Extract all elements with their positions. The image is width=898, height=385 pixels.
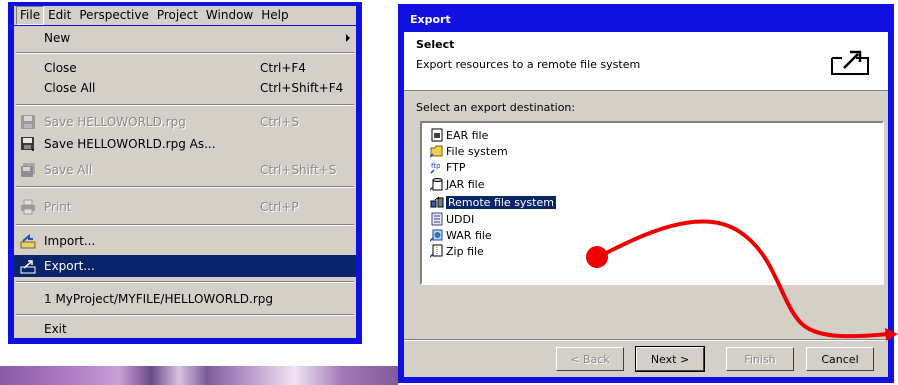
annotation-curve bbox=[599, 219, 889, 339]
annotation-arrowhead-icon bbox=[885, 328, 898, 341]
annotation-arrow-overlay bbox=[586, 219, 898, 341]
annotation-dot bbox=[586, 246, 608, 268]
